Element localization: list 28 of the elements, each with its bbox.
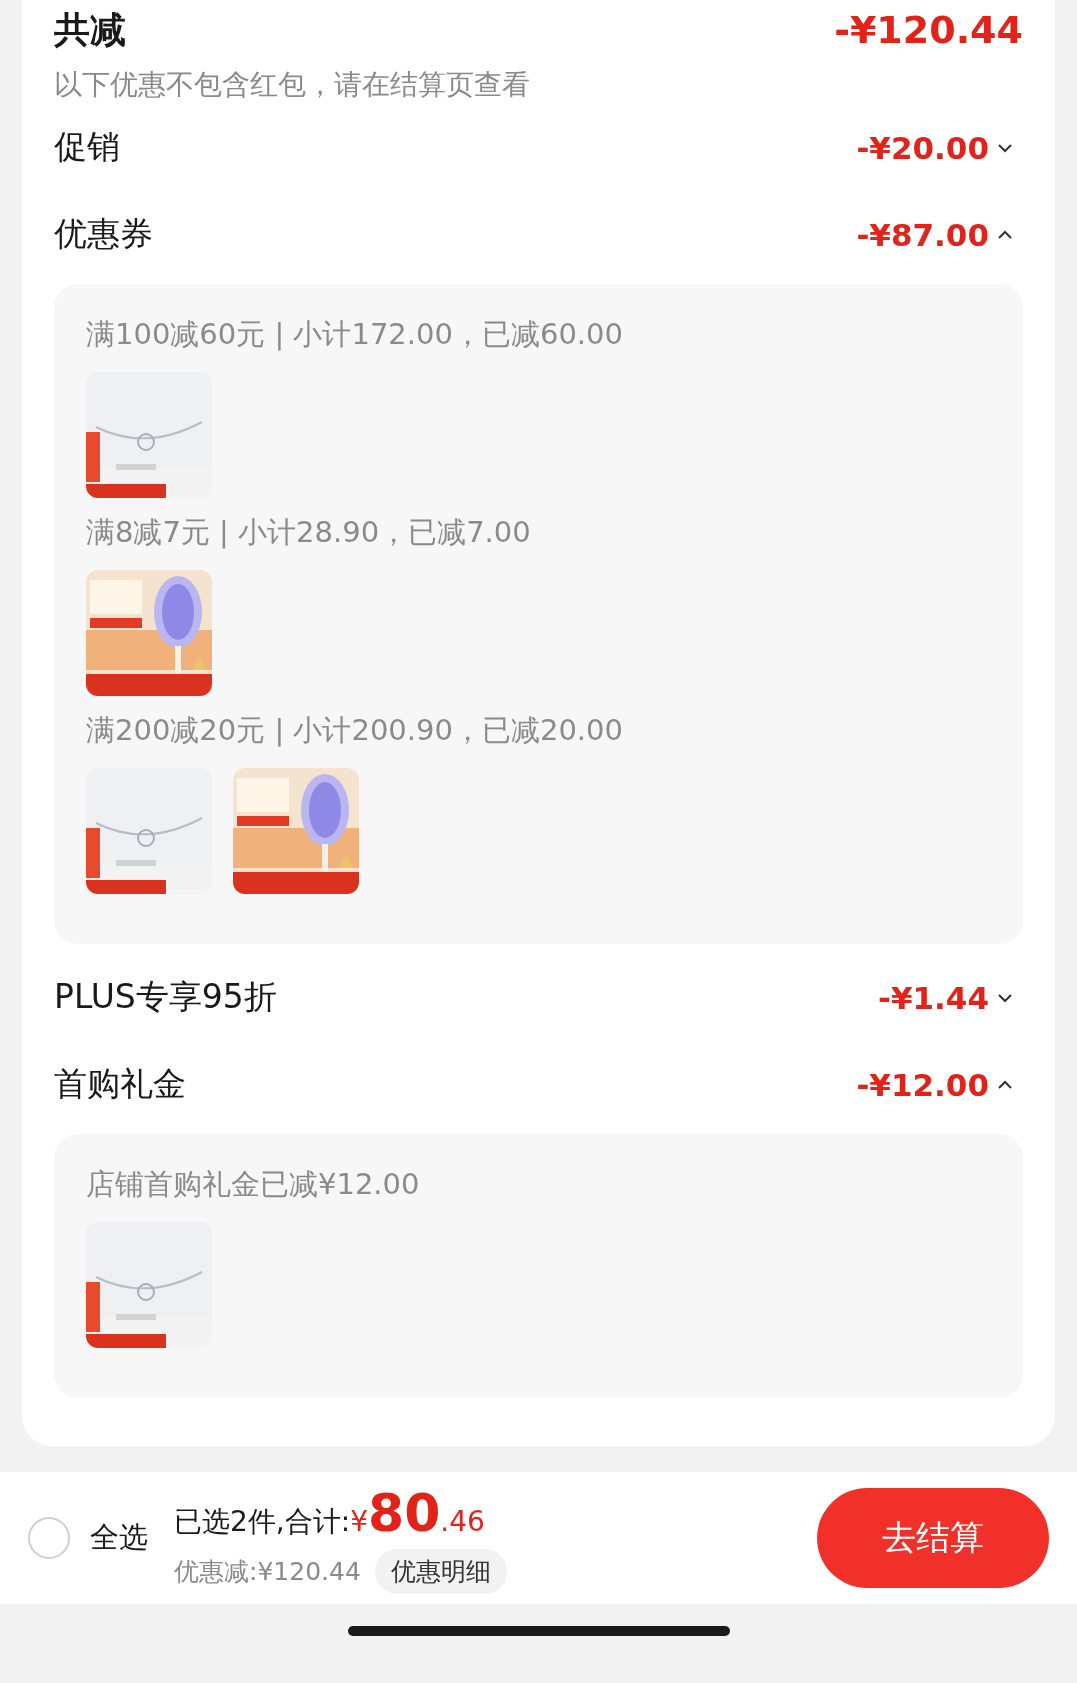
caret-up-icon (997, 229, 1013, 240)
select-all-label[interactable]: 全选 (90, 1518, 148, 1558)
discount-label: 促销 (54, 126, 120, 168)
discount-toggle[interactable]: -¥20.00 (856, 129, 1013, 166)
selected-count-text: 已选2件,合计: (174, 1503, 351, 1540)
rule-text: 满200减20元 | 小计200.90，已减20.00 (86, 712, 624, 749)
discount-label: 优惠券 (54, 213, 153, 255)
caret-down-icon (997, 142, 1013, 153)
discount-label: PLUS专享95折 (54, 976, 277, 1018)
total-amount: -¥120.44 (834, 8, 1023, 52)
price-integer: 80 (368, 1482, 441, 1543)
checkout-button[interactable]: 去结算 (817, 1488, 1049, 1588)
rule-text: 满8减7元 | 小计28.90，已减7.00 (86, 514, 532, 551)
total-title: 共减 (54, 7, 126, 52)
caret-down-icon (997, 992, 1013, 1003)
rule-text: 店铺首购礼金已减¥12.00 (86, 1166, 421, 1203)
price-decimal: .46 (440, 1504, 485, 1538)
note-text: 以下优惠不包含红包，请在结算页查看 (54, 67, 531, 103)
saved-amount: 优惠减:¥120.44 (174, 1555, 361, 1588)
select-all-radio[interactable] (28, 1517, 70, 1559)
discount-toggle[interactable]: -¥1.44 (878, 979, 1013, 1016)
rule-text: 满100减60元 | 小计172.00，已减60.00 (86, 316, 624, 353)
currency-sign: ¥ (350, 1504, 368, 1538)
discount-toggle[interactable]: -¥87.00 (856, 216, 1013, 253)
discount-label: 首购礼金 (54, 1063, 186, 1105)
discount-toggle[interactable]: -¥12.00 (856, 1066, 1013, 1103)
discount-detail-button[interactable]: 优惠明细 (374, 1548, 507, 1594)
caret-up-icon (997, 1079, 1013, 1090)
